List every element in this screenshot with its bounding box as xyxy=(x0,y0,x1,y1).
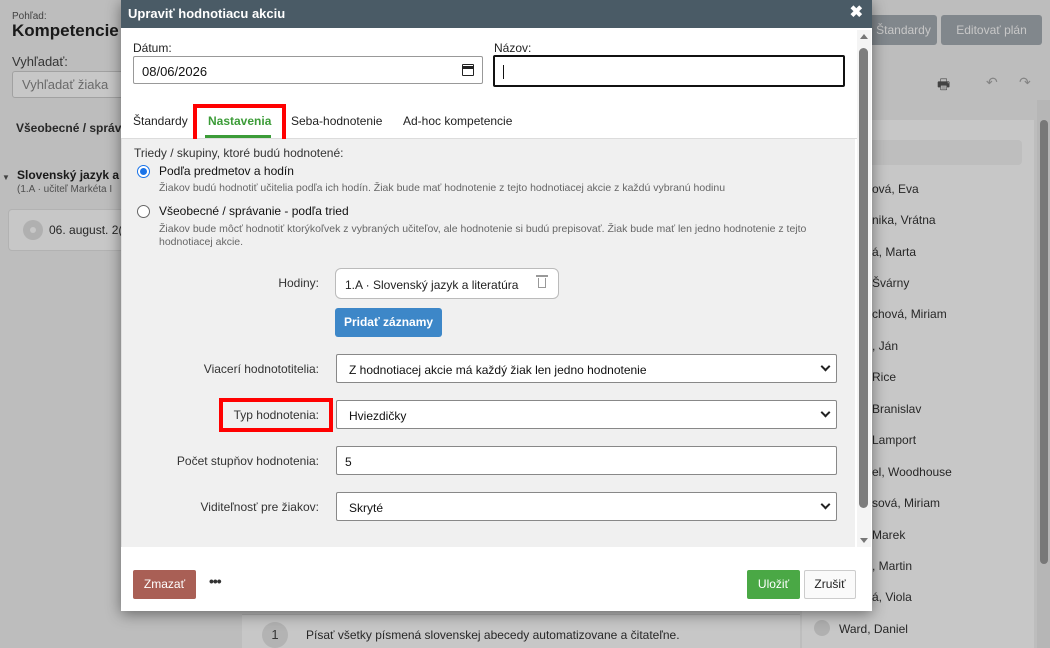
more-options-icon[interactable]: ••• xyxy=(209,573,222,589)
cancel-button[interactable]: Zrušiť xyxy=(804,570,856,599)
levels-value: 5 xyxy=(345,455,352,469)
date-label: Dátum: xyxy=(133,41,172,55)
highlight-box-settings-tab xyxy=(193,104,286,144)
radio-by-classes-desc-2: hodnotiacej akcie. xyxy=(159,236,244,248)
save-button[interactable]: Uložiť xyxy=(747,570,800,599)
modal-header: Upraviť hodnotiacu akciu ✖ xyxy=(121,0,872,28)
radio-by-classes-label[interactable]: Všeobecné / správanie - podľa tried xyxy=(159,204,349,218)
radio-by-subjects[interactable] xyxy=(137,165,150,178)
hours-chip-label: 1.A · Slovenský jazyk a literatúra xyxy=(345,278,519,292)
trash-icon[interactable] xyxy=(536,275,548,288)
groups-label: Triedy / skupiny, ktoré budú hodnotené: xyxy=(134,146,344,160)
radio-by-subjects-desc: Žiakov budú hodnotiť učitelia podľa ich … xyxy=(159,182,726,194)
radio-by-classes[interactable] xyxy=(137,205,150,218)
visibility-label: Viditeľnosť pre žiakov: xyxy=(200,500,319,514)
rating-type-select[interactable]: Hviezdičky xyxy=(336,400,837,429)
modal-scrollbar[interactable] xyxy=(857,30,871,547)
name-label: Názov: xyxy=(494,41,532,55)
modal-scrollbar-thumb[interactable] xyxy=(859,48,868,508)
radio-by-classes-desc: Žiakov bude môcť hodnotiť ktorýkoľvek z … xyxy=(159,223,807,235)
chevron-down-icon xyxy=(820,407,831,418)
scroll-up-arrow-icon[interactable] xyxy=(860,34,868,39)
multiple-raters-label: Viacerí hodnototitelia: xyxy=(203,362,319,376)
rating-type-value: Hviezdičky xyxy=(349,409,407,423)
tab-self-evaluation[interactable]: Seba-hodnotenie xyxy=(291,114,382,128)
calendar-icon[interactable] xyxy=(462,64,474,76)
levels-input[interactable]: 5 xyxy=(336,446,837,475)
visibility-value: Skryté xyxy=(349,501,384,515)
multiple-raters-value: Z hodnotiacej akcie má každý žiak len je… xyxy=(349,363,647,377)
chevron-down-icon xyxy=(820,361,831,372)
visibility-select[interactable]: Skryté xyxy=(336,492,837,521)
levels-label: Počet stupňov hodnotenia: xyxy=(176,454,319,468)
chevron-down-icon xyxy=(820,499,831,510)
tab-standards[interactable]: Štandardy xyxy=(133,114,188,128)
settings-panel: Triedy / skupiny, ktoré budú hodnotené: … xyxy=(121,139,855,547)
name-field[interactable] xyxy=(493,55,845,87)
highlight-box-rating-type xyxy=(219,398,333,432)
date-field[interactable]: 08/06/2026 xyxy=(133,56,483,84)
close-icon[interactable]: ✖ xyxy=(850,4,863,22)
hours-chip: 1.A · Slovenský jazyk a literatúra xyxy=(335,268,559,299)
edit-evaluation-modal: Upraviť hodnotiacu akciu ✖ Dátum: 08/06/… xyxy=(121,0,872,611)
date-value: 08/06/2026 xyxy=(142,64,208,79)
delete-button[interactable]: Zmazať xyxy=(133,570,196,599)
add-records-button[interactable]: Pridať záznamy xyxy=(335,308,442,337)
hours-label: Hodiny: xyxy=(278,276,319,290)
radio-by-subjects-label[interactable]: Podľa predmetov a hodín xyxy=(159,164,294,178)
multiple-raters-select[interactable]: Z hodnotiacej akcie má každý žiak len je… xyxy=(336,354,837,383)
scroll-down-arrow-icon[interactable] xyxy=(860,538,868,543)
text-caret xyxy=(503,65,504,79)
modal-title: Upraviť hodnotiacu akciu xyxy=(128,6,286,21)
tab-adhoc-competences[interactable]: Ad-hoc kompetencie xyxy=(403,114,512,128)
